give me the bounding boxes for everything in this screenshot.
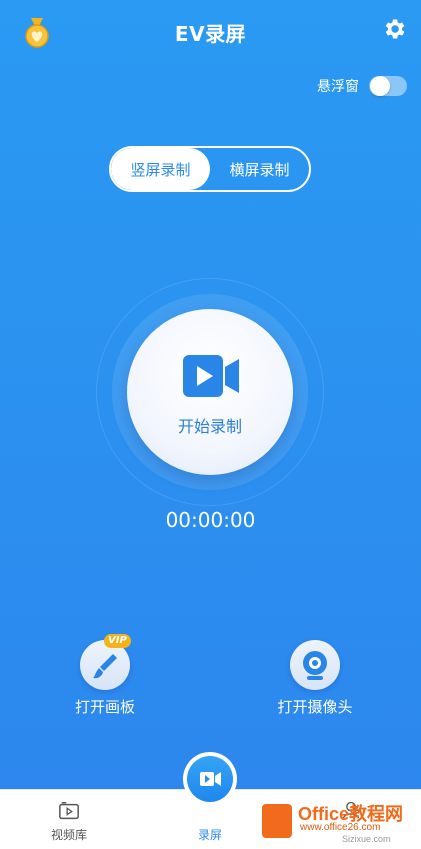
office-logo-icon: [262, 804, 292, 838]
nav-video-library-label: 视频库: [50, 828, 87, 842]
floating-window-toggle[interactable]: [369, 76, 407, 96]
drawing-board-circle: VIP: [80, 634, 131, 690]
center-record-button[interactable]: [183, 752, 237, 806]
watermark-url: www.office26.com: [300, 822, 381, 833]
floating-window-label: 悬浮窗: [317, 79, 359, 95]
vip-badge: VIP: [104, 634, 131, 648]
webcam-icon: [303, 651, 327, 680]
main-screen: EV录屏 悬浮窗 竖屏录制 横屏录制 开始录制 00:00:00 VIP 打开画…: [0, 0, 421, 789]
video-library-icon: [59, 802, 79, 820]
nav-record-label: 录屏: [197, 828, 222, 842]
watermark-sub: Sizixue.com: [342, 834, 391, 844]
app-title: EV录屏: [174, 22, 247, 46]
toggle-knob: [370, 76, 390, 96]
header: EV录屏: [0, 0, 421, 64]
open-camera-label: 打开摄像头: [277, 698, 353, 716]
floating-window-row: 悬浮窗: [317, 74, 407, 98]
tab-landscape-record[interactable]: 横屏录制: [210, 148, 309, 190]
open-drawing-board-label: 打开画板: [74, 698, 135, 716]
nav-video-library[interactable]: 视频库: [19, 790, 119, 849]
camera-circle: [290, 640, 340, 690]
record-timer: 00:00:00: [165, 508, 256, 532]
start-record-label: 开始录制: [177, 417, 242, 436]
open-drawing-board-button[interactable]: VIP 打开画板: [45, 634, 165, 717]
watermark: Office教程网 www.office26.com Sizixue.com: [262, 800, 418, 846]
video-camera-icon: [183, 355, 239, 397]
orientation-segment: 竖屏录制 横屏录制: [109, 146, 311, 192]
start-record-button[interactable]: 开始录制: [127, 309, 293, 475]
tab-portrait-record[interactable]: 竖屏录制: [111, 148, 210, 190]
open-camera-button[interactable]: 打开摄像头: [255, 640, 375, 717]
center-record-inner: [187, 756, 233, 802]
gear-icon[interactable]: [381, 16, 407, 42]
video-camera-icon: [200, 772, 221, 786]
